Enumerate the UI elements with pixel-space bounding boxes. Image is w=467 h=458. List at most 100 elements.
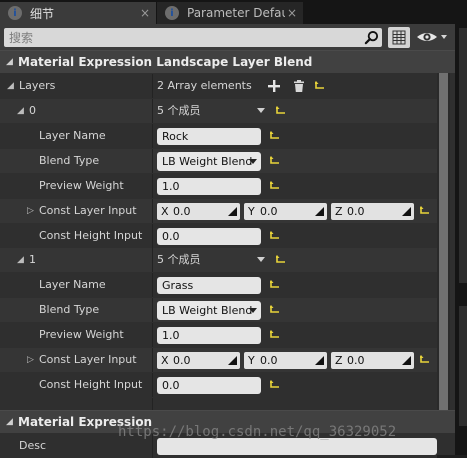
const-height-input-label: Const Height Input: [39, 229, 143, 242]
const-height-input-label: Const Height Input: [39, 378, 143, 391]
preview-weight-label: Preview Weight: [39, 179, 124, 192]
const-layer-input-expand-icon[interactable]: ▷: [27, 199, 34, 223]
y-value: 0.0: [260, 354, 278, 367]
element-0-menu-arrow-icon[interactable]: [257, 108, 265, 113]
scrollbar-thumb[interactable]: [439, 52, 448, 427]
add-element-icon[interactable]: [268, 80, 280, 92]
tab-bar: i 细节 × i Parameter Defaults ×: [0, 0, 467, 24]
reset-to-default-icon[interactable]: [270, 230, 280, 240]
reset-to-default-icon[interactable]: [270, 279, 280, 289]
layer-name-input[interactable]: Grass: [157, 277, 261, 294]
desc-label: Desc: [19, 439, 47, 452]
element-0-members: 5 个成员: [157, 104, 201, 117]
x-value: 0.0: [173, 354, 191, 367]
array-count: 2 Array elements: [157, 79, 252, 92]
chevron-down-icon: [249, 159, 257, 164]
reset-to-default-icon[interactable]: [270, 155, 280, 165]
eye-icon: [417, 33, 447, 41]
z-value: 0.0: [347, 205, 365, 218]
blend-type-dropdown[interactable]: LB Weight Blend: [157, 301, 261, 320]
reset-to-default-icon[interactable]: [276, 254, 286, 264]
drag-handle-icon[interactable]: [402, 207, 411, 216]
drag-handle-icon[interactable]: [315, 356, 324, 365]
preview-weight-label: Preview Weight: [39, 328, 124, 341]
collapse-arrow-icon: ◢: [6, 417, 13, 427]
const-layer-input-row-0: ▷ Const Layer Input X 0.0 Y 0.0 Z 0.0: [0, 199, 437, 223]
tab-parameter-defaults-close-icon[interactable]: ×: [285, 6, 299, 20]
vector-z-field[interactable]: Z 0.0: [331, 203, 414, 220]
layers-label: Layers: [19, 79, 56, 92]
grid-icon: [392, 30, 406, 45]
y-value: 0.0: [260, 205, 278, 218]
element-1-menu-arrow-icon[interactable]: [257, 257, 265, 262]
search-row: [0, 24, 455, 50]
reset-to-default-icon[interactable]: [270, 379, 280, 389]
search-icon[interactable]: [364, 30, 379, 45]
details-icon: i: [8, 6, 22, 20]
reset-to-default-icon[interactable]: [420, 354, 430, 364]
property-matrix-button[interactable]: [388, 27, 410, 48]
search-box: [4, 28, 382, 47]
vector-x-field[interactable]: X 0.0: [157, 203, 240, 220]
blend-type-value: LB Weight Blend: [162, 155, 253, 168]
tab-parameter-defaults-label: Parameter Defaults: [187, 6, 285, 20]
element-0-expand-icon[interactable]: ◢: [17, 99, 24, 123]
desc-input[interactable]: [157, 438, 437, 455]
array-element-0-row: ◢ 0 5 个成员: [0, 99, 437, 123]
reset-to-default-icon[interactable]: [276, 105, 286, 115]
y-axis-label: Y: [248, 354, 255, 367]
search-input[interactable]: [4, 28, 354, 47]
reset-to-default-icon[interactable]: [270, 329, 280, 339]
parameter-defaults-icon: i: [165, 6, 179, 20]
drag-handle-icon[interactable]: [402, 356, 411, 365]
element-1-expand-icon[interactable]: ◢: [17, 248, 24, 272]
layer-name-label: Layer Name: [39, 129, 106, 142]
reset-to-default-icon[interactable]: [270, 304, 280, 314]
y-axis-label: Y: [248, 205, 255, 218]
blend-type-row-0: Blend Type LB Weight Blend: [0, 149, 437, 173]
const-layer-input-label: Const Layer Input: [39, 353, 137, 366]
view-options-button[interactable]: [415, 28, 449, 46]
tab-details-close-icon[interactable]: ×: [138, 6, 152, 20]
vector-x-field[interactable]: X 0.0: [157, 352, 240, 369]
section-header-landscape-layer-blend[interactable]: ◢ Material Expression Landscape Layer Bl…: [0, 50, 455, 73]
drag-handle-icon[interactable]: [228, 356, 237, 365]
vector-z-field[interactable]: Z 0.0: [331, 352, 414, 369]
vector-y-field[interactable]: Y 0.0: [244, 203, 327, 220]
preview-weight-input[interactable]: 1.0: [157, 178, 261, 195]
x-axis-label: X: [161, 205, 169, 218]
layer-name-input[interactable]: Rock: [157, 128, 261, 145]
drag-handle-icon[interactable]: [228, 207, 237, 216]
drag-handle-icon[interactable]: [315, 207, 324, 216]
reset-to-default-icon[interactable]: [315, 80, 325, 90]
blend-type-dropdown[interactable]: LB Weight Blend: [157, 152, 261, 171]
layer-name-label: Layer Name: [39, 278, 106, 291]
x-axis-label: X: [161, 354, 169, 367]
watermark: https://blog.csdn.net/qq_36329052: [118, 424, 397, 440]
tab-parameter-defaults[interactable]: i Parameter Defaults ×: [157, 2, 303, 24]
scrollbar[interactable]: [437, 50, 450, 433]
element-0-index: 0: [29, 104, 36, 117]
layer-name-row-0: Layer Name Rock: [0, 124, 437, 148]
z-axis-label: Z: [335, 354, 343, 367]
array-element-1-row: ◢ 1 5 个成员: [0, 248, 437, 272]
preview-weight-input[interactable]: 1.0: [157, 327, 261, 344]
blend-type-value: LB Weight Blend: [162, 304, 253, 317]
const-height-input-field[interactable]: 0.0: [157, 377, 261, 394]
element-1-members: 5 个成员: [157, 253, 201, 266]
blend-type-row-1: Blend Type LB Weight Blend: [0, 298, 437, 322]
delete-all-icon[interactable]: [293, 80, 305, 92]
const-layer-input-expand-icon[interactable]: ▷: [27, 348, 34, 372]
vector-y-field[interactable]: Y 0.0: [244, 352, 327, 369]
layer-name-row-1: Layer Name Grass: [0, 273, 437, 297]
blend-type-label: Blend Type: [39, 303, 100, 316]
right-dock-strip: [455, 24, 467, 455]
reset-to-default-icon[interactable]: [420, 205, 430, 215]
chevron-down-icon: [249, 308, 257, 313]
const-height-input-row-0: Const Height Input 0.0: [0, 224, 437, 248]
layers-expand-icon[interactable]: ◢: [7, 74, 14, 98]
const-height-input-field[interactable]: 0.0: [157, 228, 261, 245]
reset-to-default-icon[interactable]: [270, 130, 280, 140]
reset-to-default-icon[interactable]: [270, 180, 280, 190]
tab-details[interactable]: i 细节 ×: [0, 2, 156, 24]
